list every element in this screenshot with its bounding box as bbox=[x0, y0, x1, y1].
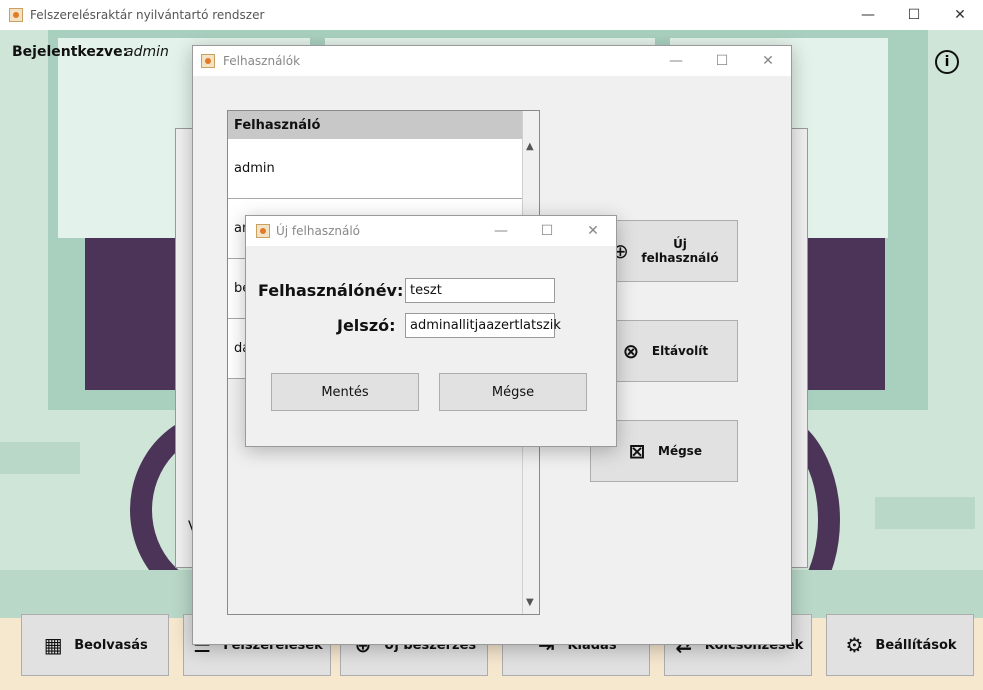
users-window-title: Felhasználók bbox=[223, 54, 301, 68]
scroll-up-icon[interactable]: ▲ bbox=[526, 141, 534, 152]
maximize-button[interactable]: ☐ bbox=[524, 216, 570, 246]
users-window-titlebar: Felhasználók — ☐ ✕ bbox=[193, 46, 791, 76]
new-user-dialog-titlebar: Új felhasználó — ☐ ✕ bbox=[246, 216, 616, 246]
scan-button-label: Beolvasás bbox=[74, 637, 148, 653]
info-icon[interactable]: i bbox=[935, 50, 959, 74]
username-field[interactable]: teszt bbox=[405, 278, 555, 303]
close-button[interactable]: ✕ bbox=[745, 46, 791, 76]
close-button[interactable]: ✕ bbox=[937, 0, 983, 30]
maximize-button[interactable]: ☐ bbox=[699, 46, 745, 76]
settings-button-label: Beállítások bbox=[875, 637, 957, 653]
minimize-button[interactable]: — bbox=[845, 0, 891, 30]
remove-user-button-label: Eltávolít bbox=[651, 344, 709, 358]
close-box-icon: ⊠ bbox=[628, 439, 646, 463]
app-icon bbox=[9, 8, 23, 22]
cancel-button[interactable]: Mégse bbox=[439, 373, 587, 411]
qr-code-icon: ▦ bbox=[43, 633, 63, 657]
remove-list-icon: ⊗ bbox=[622, 339, 640, 363]
scan-button[interactable]: ▦ Beolvasás bbox=[21, 614, 169, 676]
logged-in-user: admin bbox=[125, 44, 169, 60]
save-button[interactable]: Mentés bbox=[271, 373, 419, 411]
password-field[interactable]: adminallitjaazertlatszik bbox=[405, 313, 561, 338]
logged-in-label: Bejelentkezve: bbox=[12, 44, 129, 60]
app-icon bbox=[256, 224, 270, 238]
main-window-title: Felszerelésraktár nyilvántartó rendszer bbox=[30, 8, 265, 22]
password-label: Jelszó: bbox=[337, 316, 396, 335]
table-row[interactable]: admin bbox=[228, 139, 522, 199]
app-icon bbox=[201, 54, 215, 68]
new-user-dialog-title: Új felhasználó bbox=[276, 224, 361, 238]
username-label: Felhasználónév: bbox=[258, 281, 404, 300]
scroll-down-icon[interactable]: ▼ bbox=[526, 597, 534, 608]
main-window-titlebar: Felszerelésraktár nyilvántartó rendszer … bbox=[0, 0, 983, 30]
close-button[interactable]: ✕ bbox=[570, 216, 616, 246]
maximize-button[interactable]: ☐ bbox=[891, 0, 937, 30]
new-user-button-label-line2: felhasználó bbox=[641, 251, 719, 265]
new-user-button-label-line1: Új bbox=[673, 237, 687, 251]
settings-button[interactable]: ⚙ Beállítások bbox=[826, 614, 974, 676]
users-table-header: Felhasználó bbox=[228, 111, 522, 139]
new-user-dialog: Új felhasználó — ☐ ✕ Felhasználónév: tes… bbox=[245, 215, 617, 447]
gear-icon: ⚙ bbox=[845, 633, 864, 657]
users-cancel-button-label: Mégse bbox=[658, 444, 702, 458]
minimize-button[interactable]: — bbox=[653, 46, 699, 76]
minimize-button[interactable]: — bbox=[478, 216, 524, 246]
